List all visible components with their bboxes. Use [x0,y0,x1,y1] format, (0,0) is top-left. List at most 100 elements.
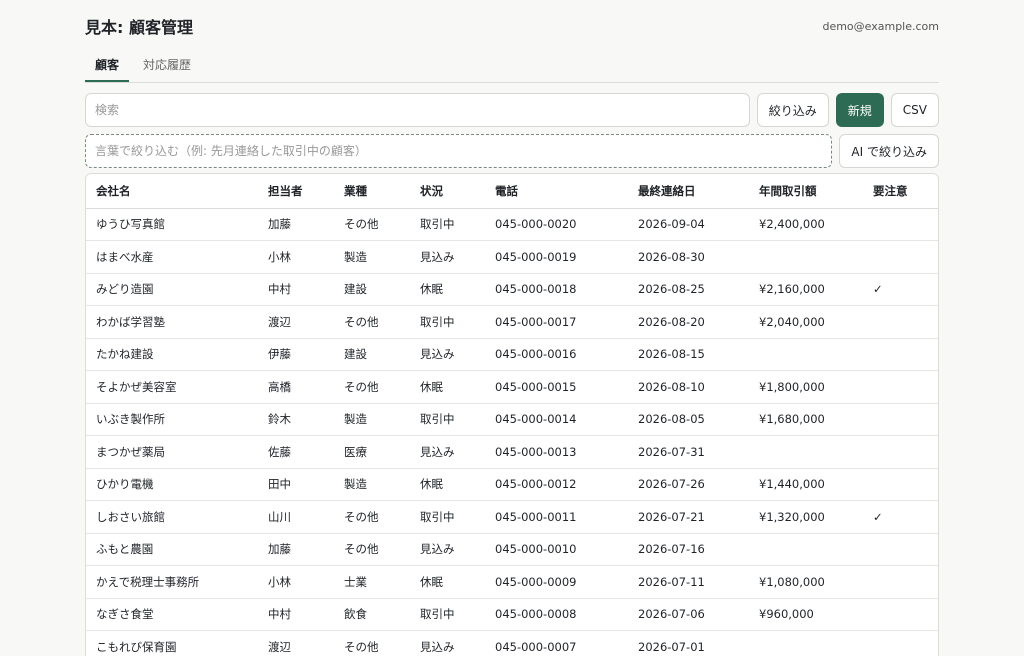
cell-company: しおさい旅館 [86,500,258,534]
cell-annual-amount [749,240,863,274]
table-body: ゆうひ写真館 加藤 その他 取引中 045-000-0020 2026-09-04 ¥2,4… [86,208,938,656]
table-row[interactable]: はまべ水産 小林 製造 見込み 045-000-0019 2026-08-30 [86,240,938,274]
cell-owner: 佐藤 [258,435,334,469]
new-button[interactable]: 新規 [835,93,884,127]
table-header-row: 会社名 担当者 業種 状況 電話 最終連絡日 年間取引額 要注意 [86,174,938,209]
cell-company: ふもと農園 [86,533,258,566]
cell-attention [863,630,938,656]
customer-table-container: 会社名 担当者 業種 状況 電話 最終連絡日 年間取引額 要注意 ゆうひ写真館加… [85,173,939,656]
table-row[interactable]: しおさい旅館 山川 その他 取引中 045-000-0011 2026-07-21 ¥1,3… [86,500,938,534]
tab-history[interactable]: 対応履歴 [133,50,201,82]
search-input[interactable] [85,93,750,127]
column-header-owner[interactable]: 担当者 [258,174,334,209]
cell-last-contact: 2026-07-11 [628,565,749,599]
table-row[interactable]: いぶき製作所 鈴木 製造 取引中 045-000-0014 2026-08-05 ¥1,68… [86,403,938,436]
cell-owner: 小林 [258,565,334,599]
tab-customers[interactable]: 顧客 [85,50,130,82]
cell-attention [863,435,938,469]
customer-table: 会社名 担当者 業種 状況 電話 最終連絡日 年間取引額 要注意 ゆうひ写真館加… [86,174,938,656]
cell-phone: 045-000-0007 [485,630,628,656]
table-row[interactable]: なぎさ食堂 中村 飲食 取引中 045-000-0008 2026-07-06 ¥960,0… [86,598,938,631]
cell-phone: 045-000-0019 [485,240,628,274]
cell-attention [863,208,938,241]
cell-company: はまべ水産 [86,240,258,274]
cell-industry: 飲食 [334,598,410,631]
cell-owner: 中村 [258,598,334,631]
column-header-phone[interactable]: 電話 [485,174,628,209]
ai-filter-input[interactable] [85,134,833,168]
cell-status: 見込み [410,240,485,274]
cell-attention [863,565,938,599]
toolbar: 絞り込み 新規 CSV [85,93,939,127]
filter-button[interactable]: 絞り込み [756,93,829,127]
cell-annual-amount: ¥2,160,000 [749,273,863,306]
table-row[interactable]: みどり造園 中村 建設 休眠 045-000-0018 2026-08-25 ¥2,160,… [86,273,938,306]
table-row[interactable]: たかね建設 伊藤 建設 見込み 045-000-0016 2026-08-15 [86,338,938,371]
cell-company: なぎさ食堂 [86,598,258,631]
table-row[interactable]: ひかり電機 田中 製造 休眠 045-000-0012 2026-07-26 ¥1,440,… [86,468,938,501]
cell-owner: 鈴木 [258,403,334,436]
cell-owner: 渡辺 [258,630,334,656]
table-row[interactable]: ゆうひ写真館 加藤 その他 取引中 045-000-0020 2026-09-04 ¥2,4… [86,208,938,241]
cell-industry: 士業 [334,565,410,599]
cell-company: かえで税理士事務所 [86,565,258,599]
cell-industry: その他 [334,500,410,534]
cell-last-contact: 2026-08-20 [628,305,749,339]
cell-status: 取引中 [410,500,485,534]
cell-owner: 中村 [258,273,334,306]
column-header-last-contact[interactable]: 最終連絡日 [628,174,749,209]
cell-status: 休眠 [410,468,485,501]
table-row[interactable]: ふもと農園 加藤 その他 見込み 045-000-0010 2026-07-16 [86,533,938,566]
cell-phone: 045-000-0015 [485,370,628,404]
cell-phone: 045-000-0008 [485,598,628,631]
cell-industry: 建設 [334,338,410,371]
cell-last-contact: 2026-08-15 [628,338,749,371]
cell-annual-amount: ¥1,320,000 [749,500,863,534]
cell-last-contact: 2026-07-16 [628,533,749,566]
cell-company: わかば学習塾 [86,305,258,339]
ai-filter-button[interactable]: AI で絞り込み [839,134,939,168]
page: 見本: 顧客管理 demo@example.com 顧客 対応履歴 絞り込み 新… [0,0,1024,656]
cell-industry: その他 [334,208,410,241]
cell-company: まつかぜ薬局 [86,435,258,469]
cell-attention [863,370,938,404]
cell-owner: 加藤 [258,533,334,566]
cell-industry: 建設 [334,273,410,306]
cell-industry: その他 [334,305,410,339]
table-row[interactable]: こもれび保育園 渡辺 その他 見込み 045-000-0007 2026-07-01 [86,630,938,656]
cell-last-contact: 2026-08-10 [628,370,749,404]
cell-status: 見込み [410,338,485,371]
cell-owner: 伊藤 [258,338,334,371]
cell-annual-amount: ¥1,800,000 [749,370,863,404]
user-email[interactable]: demo@example.com [822,20,939,33]
cell-phone: 045-000-0010 [485,533,628,566]
cell-attention [863,598,938,631]
cell-annual-amount: ¥2,040,000 [749,305,863,339]
cell-phone: 045-000-0018 [485,273,628,306]
table-row[interactable]: かえで税理士事務所 小林 士業 休眠 045-000-0009 2026-07-11 ¥1,… [86,565,938,599]
table-row[interactable]: わかば学習塾 渡辺 その他 取引中 045-000-0017 2026-08-20 ¥2,0… [86,305,938,339]
cell-last-contact: 2026-07-31 [628,435,749,469]
cell-owner: 小林 [258,240,334,274]
cell-attention: ✓ [863,500,938,534]
tab-bar: 顧客 対応履歴 [85,50,939,83]
cell-owner: 渡辺 [258,305,334,339]
cell-status: 休眠 [410,273,485,306]
column-header-industry[interactable]: 業種 [334,174,410,209]
cell-owner: 加藤 [258,208,334,241]
cell-last-contact: 2026-07-26 [628,468,749,501]
cell-status: 取引中 [410,305,485,339]
table-row[interactable]: そよかぜ美容室 高橋 その他 休眠 045-000-0015 2026-08-10 ¥1,8… [86,370,938,404]
csv-button[interactable]: CSV [890,93,939,127]
cell-annual-amount [749,338,863,371]
column-header-annual-amount[interactable]: 年間取引額 [749,174,863,209]
cell-industry: 医療 [334,435,410,469]
cell-industry: その他 [334,630,410,656]
column-header-attention[interactable]: 要注意 [863,174,938,209]
cell-industry: 製造 [334,240,410,274]
table-row[interactable]: まつかぜ薬局 佐藤 医療 見込み 045-000-0013 2026-07-31 [86,435,938,469]
cell-status: 見込み [410,630,485,656]
column-header-company[interactable]: 会社名 [86,174,258,209]
column-header-status[interactable]: 状況 [410,174,485,209]
cell-owner: 田中 [258,468,334,501]
